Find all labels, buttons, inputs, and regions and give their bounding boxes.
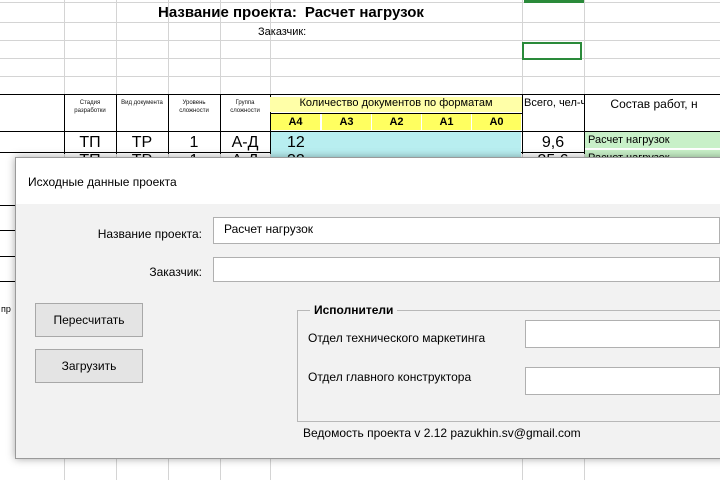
project-name-label: Название проекта: [97,227,202,241]
sheet-project-title: Название проекта: Расчет нагрузок [158,4,424,21]
selected-cell[interactable] [522,42,582,60]
sheet-side-fragment: пр [1,304,11,314]
format-a3: А3 [322,114,371,130]
project-name-field[interactable]: Расчет нагрузок [213,217,720,244]
format-a4: А4 [271,114,320,130]
header-doc-type: Вид документа [121,100,163,106]
sheet-project-label: Название проекта: [158,4,297,21]
format-a2: А2 [372,114,421,130]
row1-work[interactable]: Расчет нагрузок [585,132,720,148]
sheet-project-value: Расчет нагрузок [304,4,424,21]
load-button[interactable]: Загрузить [35,349,143,383]
format-a1: А1 [422,114,471,130]
customer-label: Заказчик: [149,265,202,279]
customer-field[interactable] [213,257,720,282]
recalculate-button[interactable]: Пересчитать [35,303,143,337]
sheet-customer-label: Заказчик: [258,26,307,38]
dialog-footer-version: Ведомость проекта v 2.12 pazukhin.sv@gma… [303,426,581,440]
format-a0: А0 [472,114,521,130]
executors-group-title: Исполнители [310,303,398,317]
header-total: Всего, чел-час. [524,97,584,109]
header-stage: Стадия разработки [74,100,106,114]
dept-designer-label: Отдел главного конструктора [308,370,472,384]
dept-marketing-label: Отдел технического маркетинга [308,331,486,345]
column-selection-indicator [524,0,584,3]
dept-marketing-field[interactable] [525,320,720,348]
header-doc-count: Количество документов по форматам [270,97,522,112]
dept-designer-field[interactable] [525,367,720,395]
header-group: Группа сложности [230,100,260,114]
header-works: Состав работ, н [610,97,698,111]
dialog-title: Исходные данные проекта [28,175,177,189]
dialog-titlebar[interactable]: Исходные данные проекта [16,158,720,204]
header-complexity: Уровень сложности [179,100,209,114]
